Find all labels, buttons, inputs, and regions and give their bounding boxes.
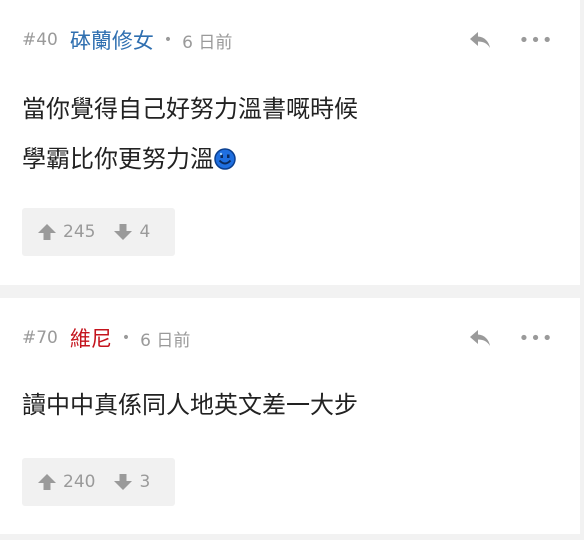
vote-box: 245 4: [22, 208, 175, 256]
upvote-button[interactable]: 240: [37, 472, 95, 492]
more-options-button[interactable]: •••: [519, 324, 553, 352]
upvote-button[interactable]: 245: [37, 222, 95, 242]
vote-box: 240 3: [22, 458, 175, 506]
arrow-up-icon: [38, 224, 56, 240]
post-actions: •••: [466, 324, 553, 352]
post-time: 6 日前: [140, 330, 191, 351]
arrow-up-icon: [38, 474, 56, 490]
post-number[interactable]: #40: [22, 30, 58, 50]
downvote-button[interactable]: 4: [113, 222, 150, 242]
post-content: 讀中中真係同人地英文差一大步: [22, 380, 550, 430]
thread-list: #40 砵蘭修女 • 6 日前 ••• 當你覺得自己好努力溫書嘅時候 學霸比你更…: [0, 0, 584, 540]
post-content-line-with-emoji: 學霸比你更努力溫: [22, 134, 550, 184]
post-card: #70 維尼 • 6 日前 ••• 讀中中真係同人地英文差一大步 240 3: [0, 298, 580, 534]
reply-button[interactable]: [466, 324, 494, 352]
reply-icon: [470, 330, 490, 346]
post-content-line: 讀中中真係同人地英文差一大步: [22, 391, 358, 419]
post-content: 當你覺得自己好努力溫書嘅時候 學霸比你更努力溫: [22, 84, 550, 184]
more-options-button[interactable]: •••: [519, 26, 553, 54]
post-card: #40 砵蘭修女 • 6 日前 ••• 當你覺得自己好努力溫書嘅時候 學霸比你更…: [0, 0, 580, 285]
downvote-button[interactable]: 3: [113, 472, 150, 492]
username[interactable]: 維尼: [70, 323, 112, 353]
reply-button[interactable]: [466, 26, 494, 54]
post-time: 6 日前: [182, 32, 233, 53]
downvote-count: 4: [139, 222, 151, 242]
upvote-count: 240: [63, 472, 96, 492]
post-header: #70 維尼 • 6 日前 •••: [22, 322, 553, 354]
post-actions: •••: [466, 26, 553, 54]
post-header: #40 砵蘭修女 • 6 日前 •••: [22, 24, 553, 56]
username[interactable]: 砵蘭修女: [70, 25, 154, 55]
upvote-count: 245: [63, 222, 96, 242]
arrow-down-icon: [114, 224, 133, 240]
post-content-line: 學霸比你更努力溫: [22, 145, 214, 173]
post-number[interactable]: #70: [22, 328, 58, 348]
smile-emoji-icon: [214, 137, 236, 170]
post-content-line: 當你覺得自己好努力溫書嘅時候: [22, 95, 358, 123]
downvote-count: 3: [139, 472, 151, 492]
arrow-down-icon: [114, 474, 133, 490]
meta-separator: •: [121, 330, 131, 346]
reply-icon: [470, 32, 490, 48]
meta-separator: •: [163, 32, 173, 48]
